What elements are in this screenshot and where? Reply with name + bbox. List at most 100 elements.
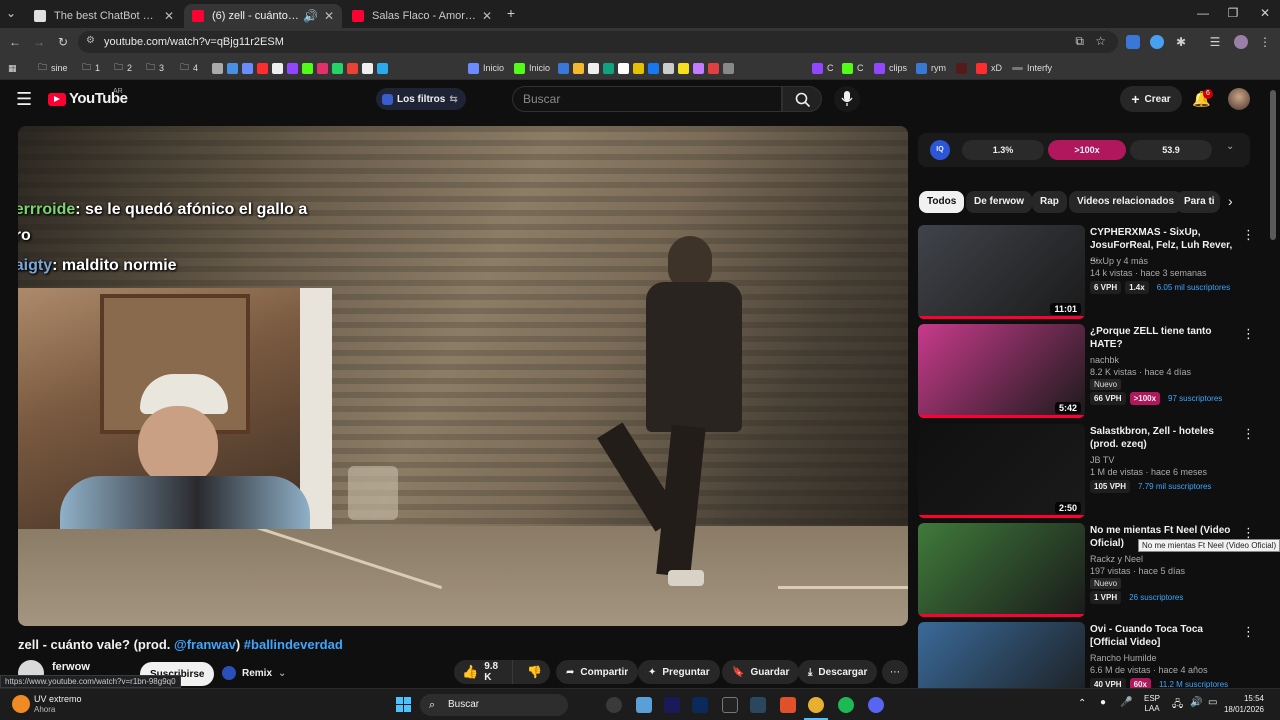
- photoshop-icon[interactable]: [692, 697, 708, 713]
- chevron-right-icon[interactable]: ›: [1228, 193, 1233, 209]
- chrome-icon[interactable]: [808, 697, 824, 713]
- channel-link[interactable]: nachbk: [1090, 355, 1119, 365]
- bookmark-icon[interactable]: [618, 62, 629, 74]
- channel-name[interactable]: ferwow: [52, 661, 90, 673]
- telegram-bookmark-icon[interactable]: [377, 62, 388, 74]
- channel-link[interactable]: Rancho Humilde: [1090, 653, 1157, 663]
- extension-icon[interactable]: [1126, 35, 1140, 49]
- page-scrollbar-thumb[interactable]: [1270, 90, 1276, 240]
- video-title-link[interactable]: Ovi - Cuando Toca Toca [Official Video]: [1090, 623, 1238, 649]
- bookmark-icon[interactable]: [573, 62, 584, 74]
- minimize-icon[interactable]: —: [1196, 6, 1210, 20]
- kick-bookmark-icon[interactable]: [302, 62, 313, 74]
- extension-logo-icon[interactable]: IQ: [930, 140, 950, 160]
- steam-icon[interactable]: [750, 697, 766, 713]
- bookmark-rym[interactable]: rym: [916, 61, 946, 75]
- chip-de-ferwow[interactable]: De ferwow: [966, 191, 1033, 213]
- reload-icon[interactable]: ↻: [56, 35, 70, 49]
- facebook-bookmark-icon[interactable]: [648, 62, 659, 74]
- bookmark-icon[interactable]: [588, 62, 599, 74]
- channel-link[interactable]: Rackz y Neel: [1090, 554, 1143, 564]
- chip-videos-relacionados[interactable]: Videos relacionados: [1069, 191, 1183, 213]
- bookmark-c-1[interactable]: C: [812, 61, 834, 75]
- task-view-icon[interactable]: [606, 697, 622, 713]
- bookmark-xd[interactable]: xD: [976, 61, 1002, 75]
- bookmark-icon[interactable]: [633, 62, 644, 74]
- bookmark-inicio-1[interactable]: Inicio: [468, 61, 504, 75]
- video-player[interactable]: perrroide: se le quedó afónico el gallo …: [18, 126, 908, 626]
- save-button[interactable]: 🔖 Guardar: [722, 660, 800, 684]
- chevron-down-icon[interactable]: ⌄: [1226, 141, 1234, 152]
- chip-rap[interactable]: Rap: [1032, 191, 1067, 213]
- tab-chatbot[interactable]: The best ChatBot and Widgets f ✕: [26, 4, 182, 28]
- youtube-bookmark-icon[interactable]: [257, 62, 268, 74]
- filters-button[interactable]: Los filtros ⇆: [376, 88, 466, 110]
- cast-icon[interactable]: ⧉: [1075, 34, 1084, 49]
- more-options-icon[interactable]: ⋮: [1242, 624, 1255, 640]
- instagram-bookmark-icon[interactable]: [317, 62, 328, 74]
- close-icon[interactable]: ✕: [482, 9, 492, 23]
- bookmark-interfy[interactable]: Interfy: [1012, 61, 1052, 75]
- bookmark-folder-3[interactable]: 🗀 3: [146, 61, 164, 75]
- extensions-puzzle-icon[interactable]: ✱: [1174, 35, 1188, 49]
- bookmark-icon[interactable]: [558, 62, 569, 74]
- share-button[interactable]: ➦ Compartir: [556, 660, 639, 684]
- maximize-icon[interactable]: ❐: [1226, 6, 1240, 20]
- close-icon[interactable]: ✕: [164, 9, 174, 23]
- close-window-icon[interactable]: ✕: [1258, 6, 1272, 20]
- epic-games-icon[interactable]: [722, 697, 738, 713]
- reading-list-icon[interactable]: ☰: [1208, 35, 1222, 49]
- chip-para-ti[interactable]: Para ti: [1176, 191, 1220, 213]
- recommendation-item[interactable]: 11:01 CYPHERXMAS - SixUp, JosuForReal, Fe…: [918, 225, 1258, 320]
- hamburger-menu-icon[interactable]: ☰: [16, 90, 32, 108]
- battery-icon[interactable]: ▭: [1208, 697, 1217, 708]
- channel-link[interactable]: JB TV: [1090, 455, 1114, 465]
- recommendation-item[interactable]: 5:42 ¿Porque ZELL tiene tanto HATE? nachbk…: [918, 324, 1258, 419]
- create-button[interactable]: + Crear: [1120, 86, 1182, 112]
- spotify-icon[interactable]: [838, 697, 854, 713]
- forward-icon[interactable]: →: [32, 35, 46, 49]
- microphone-icon[interactable]: 🎤: [1120, 697, 1132, 708]
- x-bookmark-icon[interactable]: [362, 62, 373, 74]
- title-hashtag-link[interactable]: #ballindeverdad: [244, 637, 343, 652]
- bookmark-clips[interactable]: clips: [874, 61, 907, 75]
- download-button[interactable]: ⤓ Descargar: [798, 660, 878, 684]
- speaker-icon[interactable]: 🔊: [303, 9, 318, 23]
- search-input[interactable]: Buscar: [512, 86, 782, 112]
- video-thumbnail[interactable]: [918, 523, 1085, 617]
- weather-icon[interactable]: [12, 695, 30, 713]
- volume-icon[interactable]: 🔊: [1190, 697, 1202, 708]
- video-thumbnail[interactable]: 2:50: [918, 424, 1085, 518]
- apps-grid-icon[interactable]: ▦: [8, 61, 17, 75]
- site-info-icon[interactable]: ⚙: [86, 35, 95, 46]
- clock[interactable]: 15:54 18/01/2026: [1222, 693, 1264, 715]
- tab-salas-flaco[interactable]: Salas Flaco - Amor y Locura - Y ✕: [344, 4, 500, 28]
- video-title-link[interactable]: Salastkbron, Zell - hoteles (prod. ezeq): [1090, 425, 1238, 451]
- bookmark-icon[interactable]: [663, 62, 674, 74]
- brave-icon[interactable]: [780, 697, 796, 713]
- more-actions-button[interactable]: ⋯: [882, 660, 908, 684]
- new-tab-icon[interactable]: +: [504, 6, 518, 20]
- bookmark-folder-sine[interactable]: 🗀 sine: [38, 61, 68, 75]
- channel-link[interactable]: SixUp y 4 más: [1090, 256, 1148, 266]
- bookmark-star-icon[interactable]: ☆: [1095, 34, 1106, 48]
- tiktok-bookmark-icon[interactable]: [272, 62, 283, 74]
- bookmark-folder-4[interactable]: 🗀 4: [180, 61, 198, 75]
- taskbar-search-box[interactable]: ⌕ Buscar: [420, 694, 568, 716]
- tray-app-icon[interactable]: ●: [1100, 697, 1106, 708]
- ask-button[interactable]: ✦ Preguntar: [638, 660, 720, 684]
- bookmark-icon[interactable]: [227, 62, 238, 74]
- bookmark-icon[interactable]: [212, 62, 223, 74]
- extension-icon[interactable]: [1150, 35, 1164, 49]
- youtube-logo-icon[interactable]: [48, 93, 66, 106]
- bookmark-icon[interactable]: [678, 62, 689, 74]
- discord-icon[interactable]: [868, 697, 884, 713]
- bookmark-inicio-2[interactable]: Inicio: [514, 61, 550, 75]
- back-icon[interactable]: ←: [8, 35, 22, 49]
- bookmark-icon-dark[interactable]: [956, 61, 967, 75]
- bookmark-c-2[interactable]: C: [842, 61, 864, 75]
- dislike-button[interactable]: 👎: [519, 665, 550, 679]
- account-avatar[interactable]: [1228, 88, 1250, 110]
- tray-overflow-icon[interactable]: ⌃: [1078, 698, 1086, 709]
- more-options-icon[interactable]: ⋮: [1242, 227, 1255, 243]
